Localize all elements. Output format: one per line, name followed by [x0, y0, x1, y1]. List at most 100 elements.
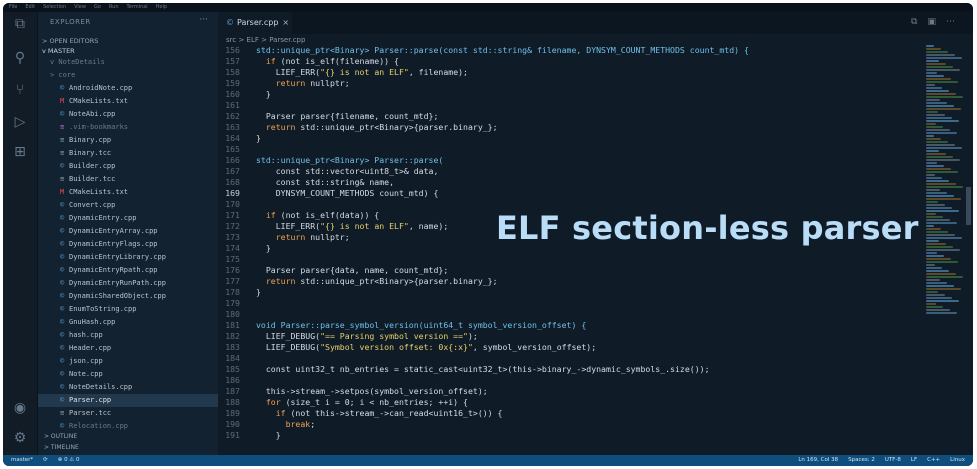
- file-tree-item[interactable]: © Builder.cpp: [38, 160, 218, 173]
- file-tree-item[interactable]: ≡ Builder.tcc: [38, 173, 218, 186]
- status-item[interactable]: ⊗ 0 ⚠ 0: [58, 455, 80, 466]
- status-item[interactable]: UTF-8: [885, 455, 901, 466]
- more-icon[interactable]: ⋯: [946, 17, 955, 27]
- status-item[interactable]: C++: [927, 455, 940, 466]
- file-tree-item[interactable]: © DynamicEntryRpath.cpp: [38, 264, 218, 277]
- code-line[interactable]: 178}: [218, 287, 918, 298]
- code-line[interactable]: 168 const std::string& name,: [218, 177, 918, 188]
- file-tree-item[interactable]: © AndroidNote.cpp: [38, 82, 218, 95]
- file-tree-item[interactable]: © EnumToString.cpp: [38, 303, 218, 316]
- minimap-row: [926, 54, 955, 56]
- close-icon[interactable]: ×: [282, 18, 289, 27]
- menu-item[interactable]: Help: [156, 3, 167, 12]
- code-line[interactable]: 169 DYNSYM_COUNT_METHODS count_mtd) {: [218, 188, 918, 199]
- file-tree-item[interactable]: © DynamicEntry.cpp: [38, 212, 218, 225]
- file-tree-item[interactable]: © DynamicSharedObject.cpp: [38, 290, 218, 303]
- status-item[interactable]: Spaces: 2: [848, 455, 875, 466]
- file-tree-item[interactable]: ≡ .vim-bookmarks: [38, 121, 218, 134]
- workspace-folder-master[interactable]: v MASTER: [38, 46, 218, 56]
- minimap-row: [926, 204, 945, 206]
- code-line[interactable]: 165: [218, 144, 918, 155]
- status-item[interactable]: master*: [11, 455, 33, 466]
- split-editor-icon[interactable]: ⧉: [911, 17, 917, 27]
- code-line[interactable]: 183 LIEF_DEBUG("Symbol version offset: 0…: [218, 342, 918, 353]
- tab-parser-cpp[interactable]: © Parser.cpp ×: [218, 12, 292, 34]
- code-line[interactable]: 160 }: [218, 89, 918, 100]
- file-tree-item[interactable]: © GnuHash.cpp: [38, 316, 218, 329]
- settings-gear-icon[interactable]: ⚙: [12, 430, 28, 446]
- file-tree-item[interactable]: © hash.cpp: [38, 329, 218, 342]
- code-line[interactable]: 191 }: [218, 430, 918, 441]
- code-line[interactable]: 186: [218, 375, 918, 386]
- open-editors-section[interactable]: > OPEN EDITORS: [38, 36, 218, 46]
- code-line[interactable]: 188 for (size_t i = 0; i < nb_entries; +…: [218, 397, 918, 408]
- timeline-section[interactable]: > TIMELINE: [38, 443, 218, 453]
- file-tree-item[interactable]: > core: [38, 69, 218, 82]
- file-tree-item[interactable]: © Convert.cpp: [38, 199, 218, 212]
- menu-item[interactable]: File: [9, 3, 17, 12]
- code-line[interactable]: 157 if (not is_elf(filename)) {: [218, 56, 918, 67]
- search-icon[interactable]: ⚲: [12, 50, 28, 66]
- code-line[interactable]: 162 Parser parser{filename, count_mtd};: [218, 111, 918, 122]
- breadcrumb[interactable]: src > ELF > Parser.cpp: [226, 35, 305, 45]
- code-line[interactable]: 184: [218, 353, 918, 364]
- status-item[interactable]: ⟳: [43, 455, 48, 466]
- code-line[interactable]: 158 LIEF_ERR("{} is not an ELF", filenam…: [218, 67, 918, 78]
- code-line[interactable]: 175: [218, 254, 918, 265]
- files-icon[interactable]: ⧉: [12, 16, 28, 32]
- code-line[interactable]: 163 return std::unique_ptr<Binary>{parse…: [218, 122, 918, 133]
- file-tree-item[interactable]: © NoteDetails.cpp: [38, 381, 218, 394]
- file-tree-item[interactable]: © Parser.cpp: [38, 394, 218, 407]
- run-debug-icon[interactable]: ▷: [12, 114, 28, 130]
- file-tree-item[interactable]: ≡ Binary.tcc: [38, 147, 218, 160]
- file-tree-item[interactable]: © DynamicEntryFlags.cpp: [38, 238, 218, 251]
- file-tree-item[interactable]: © DynamicEntryRunPath.cpp: [38, 277, 218, 290]
- menu-item[interactable]: Run: [109, 3, 119, 12]
- file-tree-item[interactable]: © Note.cpp: [38, 368, 218, 381]
- status-item[interactable]: Ln 169, Col 38: [798, 455, 838, 466]
- code-line[interactable]: 182 LIEF_DEBUG("== Parsing symbol versio…: [218, 331, 918, 342]
- more-actions-icon[interactable]: ···: [199, 15, 208, 25]
- code-line[interactable]: 156 std::unique_ptr<Binary> Parser::parse…: [218, 45, 918, 56]
- file-tree-item[interactable]: M CMakeLists.txt: [38, 95, 218, 108]
- file-tree-item[interactable]: v NoteDetails: [38, 56, 218, 69]
- account-icon[interactable]: ◉: [12, 400, 28, 416]
- code-line[interactable]: 179: [218, 298, 918, 309]
- file-tree-item[interactable]: © NoteAbi.cpp: [38, 108, 218, 121]
- code-line[interactable]: 164}: [218, 133, 918, 144]
- menu-item[interactable]: Edit: [25, 3, 35, 12]
- minimap[interactable]: [926, 45, 968, 325]
- menu-item[interactable]: Go: [94, 3, 101, 12]
- code-line[interactable]: 167 const std::vector<uint8_t>& data,: [218, 166, 918, 177]
- outline-section[interactable]: > OUTLINE: [38, 432, 218, 442]
- source-control-icon[interactable]: ⑂: [12, 82, 28, 98]
- code-line[interactable]: 176 Parser parser{data, name, count_mtd}…: [218, 265, 918, 276]
- file-tree-item[interactable]: © json.cpp: [38, 355, 218, 368]
- code-line[interactable]: 187 this->stream_->setpos(symbol_version…: [218, 386, 918, 397]
- scrollbar-thumb[interactable]: [966, 187, 971, 225]
- code-line[interactable]: 189 if (not this->stream_->can_read<uint…: [218, 408, 918, 419]
- layout-icon[interactable]: ▣: [927, 17, 936, 27]
- menu-item[interactable]: View: [74, 3, 86, 12]
- code-line[interactable]: 185 const uint32_t nb_entries = static_c…: [218, 364, 918, 375]
- code-line[interactable]: 166 std::unique_ptr<Binary> Parser::parse…: [218, 155, 918, 166]
- status-item[interactable]: LF: [911, 455, 917, 466]
- file-tree-item[interactable]: © DynamicEntryArray.cpp: [38, 225, 218, 238]
- file-tree-item[interactable]: ≡ Binary.cpp: [38, 134, 218, 147]
- code-line[interactable]: 190 break;: [218, 419, 918, 430]
- code-line[interactable]: 181 void Parser::parse_symbol_version(uin…: [218, 320, 918, 331]
- file-tree-item[interactable]: © Header.cpp: [38, 342, 218, 355]
- file-tree-item[interactable]: ≡ Parser.tcc: [38, 407, 218, 420]
- code-line[interactable]: 180: [218, 309, 918, 320]
- extensions-icon[interactable]: ⊞: [12, 144, 28, 160]
- code-line[interactable]: 159 return nullptr;: [218, 78, 918, 89]
- menu-item[interactable]: Terminal: [127, 3, 148, 12]
- status-item[interactable]: Linux: [950, 455, 965, 466]
- code-token: LIEF_DEBUG(: [256, 331, 321, 341]
- menu-item[interactable]: Selection: [43, 3, 66, 12]
- file-tree-item[interactable]: M CMakeLists.txt: [38, 186, 218, 199]
- file-tree-item[interactable]: © DynamicEntryLibrary.cpp: [38, 251, 218, 264]
- code-token: std::unique_ptr<Binary> Parser::parse(co…: [256, 45, 749, 55]
- code-line[interactable]: 177 return std::unique_ptr<Binary>{parse…: [218, 276, 918, 287]
- code-line[interactable]: 161: [218, 100, 918, 111]
